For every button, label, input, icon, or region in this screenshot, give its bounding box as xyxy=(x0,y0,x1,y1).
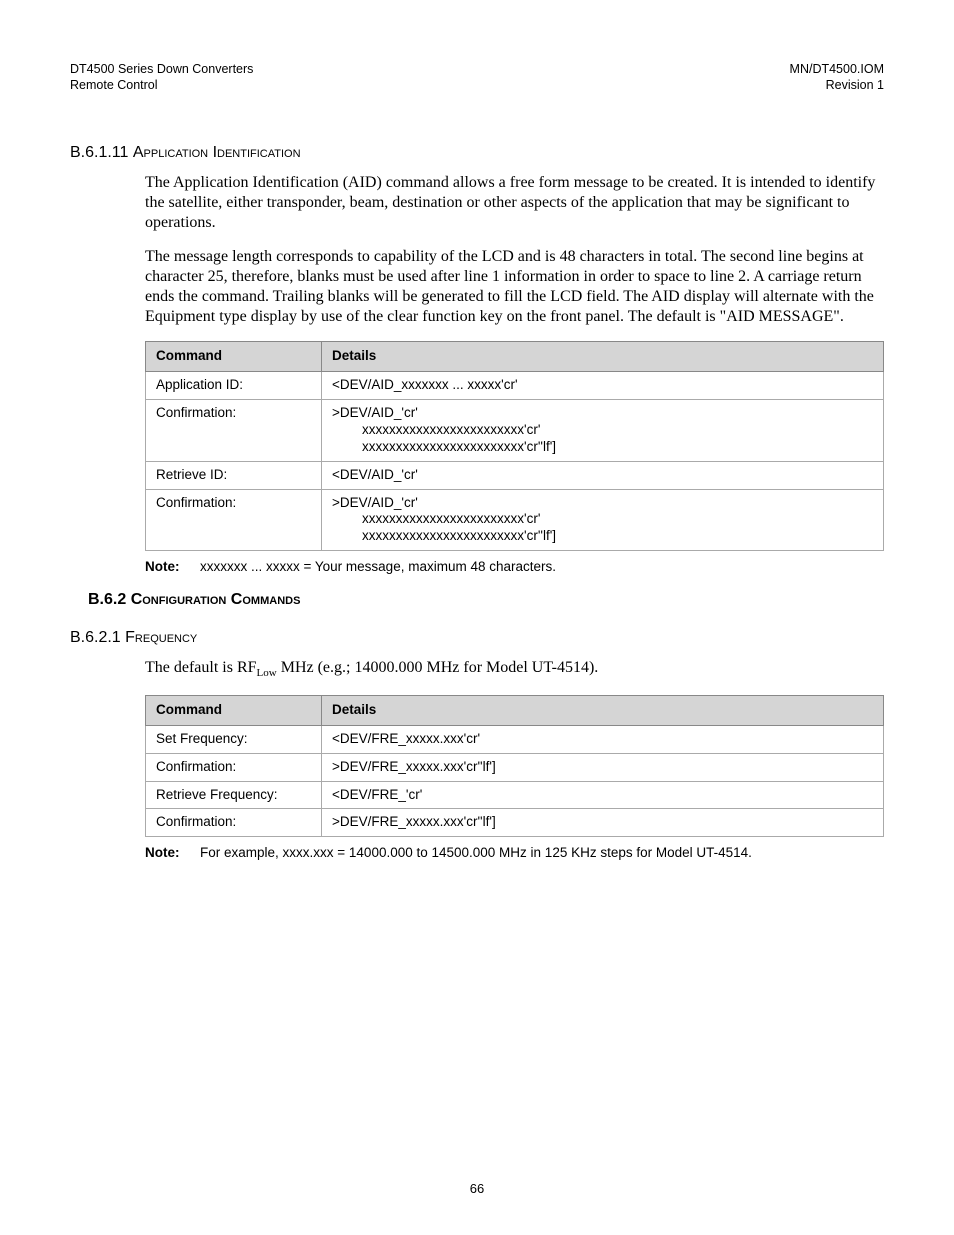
paragraph: The default is RFLow MHz (e.g.; 14000.00… xyxy=(145,658,884,681)
header-left-line1: DT4500 Series Down Converters xyxy=(70,62,253,78)
header-left-line2: Remote Control xyxy=(70,78,253,94)
table-row: Confirmation: >DEV/AID_'cr' xxxxxxxxxxxx… xyxy=(146,489,884,551)
aid-command-table: Command Details Application ID: <DEV/AID… xyxy=(145,341,884,551)
section-heading-b62: B.6.2 Configuration Commands xyxy=(88,590,884,610)
note: Note: xxxxxxx ... xxxxx = Your message, … xyxy=(145,559,884,576)
header-right-line2: Revision 1 xyxy=(790,78,884,94)
table-row: Confirmation: >DEV/FRE_xxxxx.xxx'cr''lf'… xyxy=(146,753,884,781)
table-row: Retrieve ID: <DEV/AID_'cr' xyxy=(146,461,884,489)
freq-command-table: Command Details Set Frequency: <DEV/FRE_… xyxy=(145,695,884,837)
table-header-command: Command xyxy=(146,342,322,372)
page-number: 66 xyxy=(0,1181,954,1197)
table-header-command: Command xyxy=(146,695,322,725)
table-header-details: Details xyxy=(322,695,884,725)
table-row: Application ID: <DEV/AID_xxxxxxx ... xxx… xyxy=(146,372,884,400)
header-right-line1: MN/DT4500.IOM xyxy=(790,62,884,78)
paragraph: The message length corresponds to capabi… xyxy=(145,247,884,327)
table-row: Retrieve Frequency: <DEV/FRE_'cr' xyxy=(146,781,884,809)
note: Note: For example, xxxx.xxx = 14000.000 … xyxy=(145,845,884,862)
paragraph: The Application Identification (AID) com… xyxy=(145,173,884,233)
table-row: Set Frequency: <DEV/FRE_xxxxx.xxx'cr' xyxy=(146,725,884,753)
section-heading-b621: B.6.2.1 Frequency xyxy=(70,628,884,648)
table-row: Confirmation: >DEV/AID_'cr' xxxxxxxxxxxx… xyxy=(146,400,884,462)
section-heading-b6111: B.6.1.11 Application Identification xyxy=(70,143,884,163)
table-row: Confirmation: >DEV/FRE_xxxxx.xxx'cr''lf'… xyxy=(146,809,884,837)
page-header: DT4500 Series Down Converters Remote Con… xyxy=(70,62,884,93)
table-header-details: Details xyxy=(322,342,884,372)
